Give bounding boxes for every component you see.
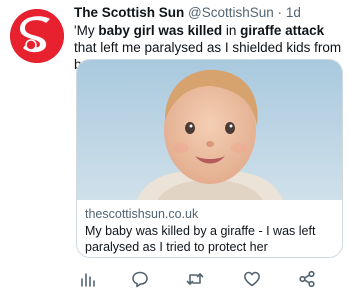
scottish-sun-logo <box>10 9 64 63</box>
author-handle[interactable]: @ScottishSun <box>188 5 274 20</box>
tweet-text-bold: baby girl was killed <box>98 23 223 38</box>
link-card[interactable]: thescottishsun.co.uk My baby was killed … <box>76 59 343 258</box>
tweet-text-bold: giraffe attack <box>240 23 325 38</box>
avatar[interactable] <box>10 9 64 63</box>
share-icon[interactable] <box>298 270 316 288</box>
author-name[interactable]: The Scottish Sun <box>74 5 184 20</box>
separator-dot: · <box>277 5 283 20</box>
analytics-icon[interactable] <box>79 270 97 288</box>
retweet-icon[interactable] <box>186 270 204 288</box>
action-bar <box>0 268 350 292</box>
like-icon[interactable] <box>243 270 261 288</box>
reply-icon[interactable] <box>131 270 149 288</box>
tweet-text-segment: in <box>222 23 241 38</box>
tweet-text-segment: 'My <box>74 23 99 38</box>
timestamp[interactable]: 1d <box>286 5 301 20</box>
card-image[interactable] <box>77 60 342 200</box>
card-meta: thescottishsun.co.uk My baby was killed … <box>85 206 337 255</box>
baby-photo <box>77 60 342 200</box>
tweet-header: The Scottish Sun @ScottishSun · 1d <box>74 4 346 21</box>
card-title: My baby was killed by a giraffe - I was … <box>85 224 316 254</box>
card-domain: thescottishsun.co.uk <box>85 207 199 221</box>
